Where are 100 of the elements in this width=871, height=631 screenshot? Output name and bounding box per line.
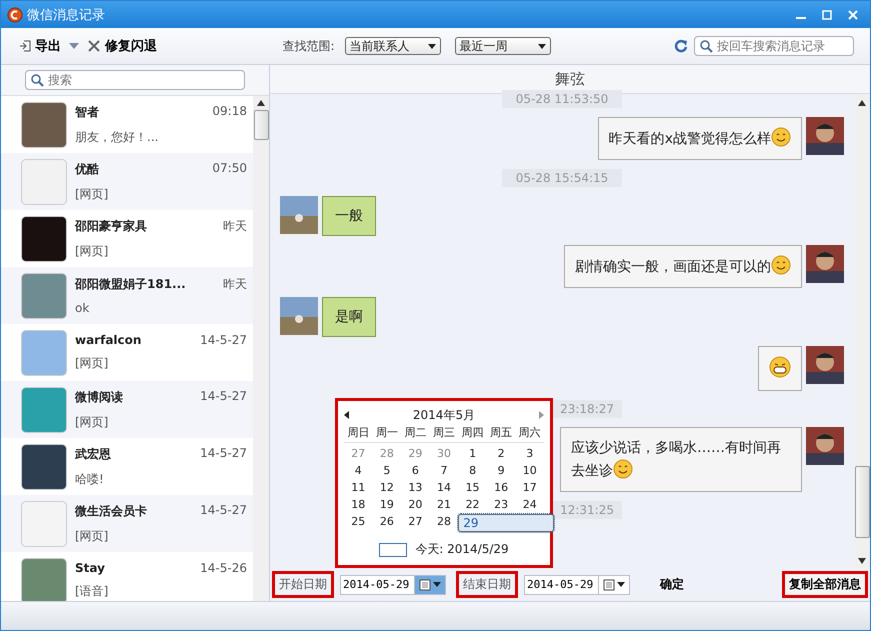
start-date-field[interactable]: 2014-05-29	[340, 574, 414, 594]
contact-search-field[interactable]: 搜索	[25, 70, 245, 90]
dropdown-caret-icon	[428, 44, 436, 48]
avatar-photo	[806, 245, 844, 283]
calendar-day[interactable]: 28	[430, 514, 458, 532]
dropdown-caret-icon	[617, 582, 625, 587]
date-picker-button[interactable]	[414, 574, 446, 594]
calendar-day[interactable]: 7	[430, 463, 458, 478]
calendar-day[interactable]: 12	[372, 480, 402, 495]
calendar-day[interactable]: 30	[430, 446, 458, 461]
message-preview: [网页]	[75, 186, 110, 202]
calendar-day[interactable]: 10	[515, 463, 544, 478]
calendar-day[interactable]: 6	[401, 463, 430, 478]
contact-item[interactable]: 邵阳微盟娟子181... 昨天 ok	[1, 267, 253, 324]
calendar-icon	[603, 578, 615, 590]
repair-button[interactable]: 修复闪退	[85, 35, 159, 57]
today-link[interactable]: 今天: 2014/5/29	[415, 541, 509, 558]
avatar-photo	[21, 272, 67, 318]
message-time: 14-5-27	[200, 333, 247, 347]
calendar-day[interactable]: 1	[458, 446, 487, 461]
contact-name: Stay	[75, 561, 105, 575]
avatar-photo	[21, 330, 67, 376]
period-dropdown[interactable]: 最近一周	[454, 37, 551, 55]
calendar-day[interactable]: 26	[372, 514, 402, 532]
message-preview: ok	[75, 301, 90, 315]
calendar-day[interactable]: 18	[344, 497, 373, 512]
message-preview: [网页]	[75, 242, 110, 260]
contact-item[interactable]: Stay 14-5-26 [语音]	[1, 552, 253, 601]
date-picker-button[interactable]	[598, 574, 630, 594]
scroll-down-icon[interactable]	[858, 558, 866, 564]
calendar-day[interactable]: 4	[344, 463, 373, 478]
message-preview: [网页]	[75, 355, 110, 372]
export-button[interactable]: 导出	[17, 35, 63, 57]
scope-label: 查找范围:	[282, 38, 335, 54]
calendar-day[interactable]: 5	[372, 463, 402, 478]
calendar-day[interactable]: 2	[486, 446, 516, 461]
next-month-button[interactable]	[539, 411, 544, 419]
sent-message-bubble: 昨天看的x战警觉得怎么样	[598, 117, 802, 160]
confirm-button[interactable]: 确定	[654, 575, 690, 594]
calendar-day[interactable]: 27	[401, 514, 430, 532]
message-time: 昨天	[223, 276, 247, 293]
avatar-photo	[806, 427, 844, 465]
calendar-day[interactable]: 14	[430, 480, 458, 495]
contact-name: 武宏恩	[75, 446, 111, 462]
calendar-day[interactable]: 11	[344, 480, 373, 495]
calendar-day[interactable]: 3	[515, 446, 544, 461]
weekday-label: 周日	[344, 425, 373, 443]
scroll-up-icon[interactable]	[858, 100, 866, 106]
avatar-photo	[21, 558, 67, 601]
contact-item[interactable]: 微生活会员卡 14-5-27 [网页]	[1, 495, 253, 552]
copy-all-button[interactable]: 复制全部消息	[782, 571, 868, 598]
calendar-day[interactable]: 28	[372, 446, 402, 461]
contact-name: 智者	[75, 104, 99, 120]
today-marker-icon	[379, 542, 408, 556]
previous-month-button[interactable]	[344, 411, 349, 419]
scroll-up-icon[interactable]	[257, 100, 265, 106]
contact-name: 微博阅读	[75, 388, 123, 406]
message-preview: 哈喽!	[75, 470, 105, 488]
scope-dropdown[interactable]: 当前联系人	[344, 37, 441, 55]
refresh-icon[interactable]	[674, 39, 688, 53]
contact-item[interactable]: 微博阅读 14-5-27 [网页]	[1, 381, 253, 438]
calendar-day[interactable]: 17	[515, 480, 544, 495]
calendar-day[interactable]: 21	[430, 497, 458, 512]
contact-name: 微生活会员卡	[75, 502, 147, 520]
avatar-photo	[21, 386, 67, 432]
weekday-label: 周三	[430, 425, 458, 443]
message-time: 昨天	[223, 218, 247, 234]
contact-item[interactable]: 智者 09:18 朋友，您好！...	[1, 96, 253, 153]
calendar-day[interactable]: 8	[458, 463, 487, 478]
scrollbar[interactable]	[253, 96, 269, 601]
calendar-day[interactable]: 29	[458, 514, 554, 532]
avatar-photo	[806, 346, 844, 384]
message-search-field[interactable]: 按回车搜索消息记录	[694, 36, 854, 56]
end-date-field[interactable]: 2014-05-29	[524, 574, 598, 594]
calendar-day[interactable]: 25	[344, 514, 373, 532]
received-message-bubble: 是啊	[322, 297, 376, 337]
message-time: 07:50	[212, 160, 247, 176]
grinning-face-icon	[769, 356, 791, 378]
contact-item[interactable]: 邵阳豪亨家具 昨天 [网页]	[1, 210, 253, 267]
scrollbar-thumb[interactable]	[254, 110, 268, 140]
dropdown-caret-icon	[433, 582, 441, 587]
calendar-day[interactable]: 22	[458, 497, 487, 512]
weekday-label: 周五	[486, 425, 516, 443]
calendar-day[interactable]: 13	[401, 480, 430, 495]
message-time: 09:18	[212, 104, 247, 120]
calendar-day[interactable]: 29	[401, 446, 430, 461]
calendar-day[interactable]: 27	[344, 446, 373, 461]
dropdown-caret-icon[interactable]	[69, 43, 79, 49]
contact-item[interactable]: warfalcon 14-5-27 [网页]	[1, 324, 253, 381]
calendar-day[interactable]: 15	[458, 480, 487, 495]
calendar-day[interactable]: 16	[486, 480, 516, 495]
calendar-day[interactable]: 19	[372, 497, 402, 512]
scrollbar[interactable]	[854, 94, 870, 568]
contact-item[interactable]: 武宏恩 14-5-27 哈喽!	[1, 438, 253, 495]
scrollbar-thumb[interactable]	[854, 466, 870, 538]
calendar-day[interactable]: 20	[401, 497, 430, 512]
message-preview: [语音]	[75, 583, 110, 600]
calendar-day[interactable]: 9	[486, 463, 516, 478]
contact-item[interactable]: 优酷 07:50 [网页]	[1, 153, 253, 210]
message-timestamp: 05-28 11:53:50	[502, 90, 622, 108]
